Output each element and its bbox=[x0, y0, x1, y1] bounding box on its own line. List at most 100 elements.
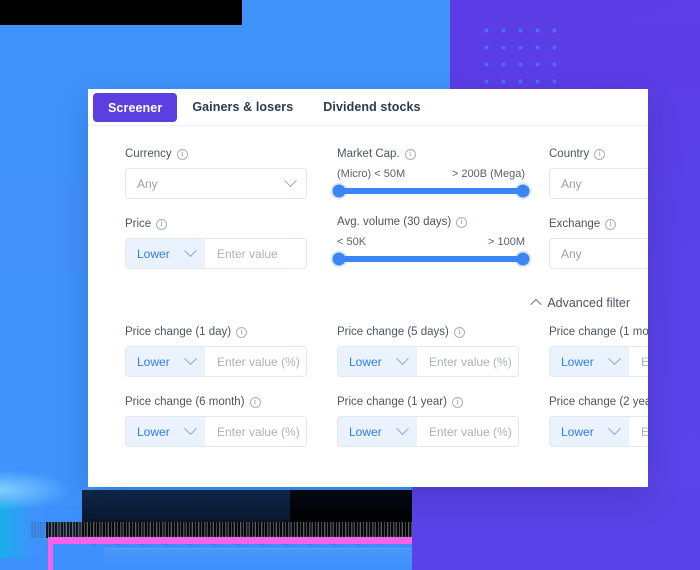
filter-column-right: Country Any Exchange bbox=[549, 148, 648, 288]
price-change-2-years-input[interactable]: Enter value (%) bbox=[628, 417, 648, 446]
dot-grid-pattern-top bbox=[478, 22, 556, 90]
field-price-change-2-years: Price change (2 years) Lower Enter value… bbox=[549, 396, 648, 447]
background-purple-bottom-strip bbox=[412, 490, 700, 570]
price-change-2-years-operator-value: Lower bbox=[561, 424, 594, 439]
price-change-1-month-combo: Lower Enter value (%) bbox=[549, 346, 648, 377]
price-change-5-days-operator-value: Lower bbox=[349, 354, 382, 369]
field-exchange-label-row: Exchange bbox=[549, 218, 648, 230]
price-change-6-month-input[interactable]: Enter value (%) bbox=[204, 417, 306, 446]
country-select-value: Any bbox=[561, 176, 582, 191]
filter-column-middle: Market Cap. (Micro) < 50M > 200B (Mega) bbox=[332, 148, 549, 288]
price-change-1-year-input[interactable]: Enter value (%) bbox=[416, 417, 518, 446]
field-price-change-6-month-label-row: Price change (6 month) bbox=[125, 396, 307, 408]
price-change-1-year-operator-value: Lower bbox=[349, 424, 382, 439]
info-icon[interactable] bbox=[249, 396, 261, 408]
price-change-1-day-input[interactable]: Enter value (%) bbox=[204, 347, 306, 376]
market-cap-slider-track[interactable] bbox=[332, 184, 530, 198]
price-change-2-years-placeholder: Enter value (%) bbox=[641, 425, 648, 439]
screenshot-stage: Screener Gainers & losers Dividend stock… bbox=[0, 0, 700, 570]
field-price-change-1-month: Price change (1 month) Lower Enter value… bbox=[549, 326, 648, 377]
black-rectangle-top-left bbox=[0, 0, 242, 25]
tab-screener[interactable]: Screener bbox=[93, 93, 178, 122]
info-icon[interactable] bbox=[605, 218, 617, 230]
advanced-filter-toggle[interactable]: Advanced filter bbox=[530, 296, 630, 311]
field-price-label: Price bbox=[125, 218, 152, 230]
tab-dividend-stocks[interactable]: Dividend stocks bbox=[308, 89, 435, 125]
chevron-up-icon bbox=[530, 298, 542, 311]
field-currency-label-row: Currency bbox=[125, 148, 307, 160]
price-change-2-years-operator-select[interactable]: Lower bbox=[550, 417, 628, 446]
price-change-1-month-placeholder: Enter value (%) bbox=[641, 355, 648, 369]
info-icon[interactable] bbox=[236, 326, 248, 338]
info-icon[interactable] bbox=[451, 396, 463, 408]
price-change-1-month-input[interactable]: Enter value (%) bbox=[628, 347, 648, 376]
price-change-1-year-operator-select[interactable]: Lower bbox=[338, 417, 416, 446]
advanced-filter-toggle-label: Advanced filter bbox=[547, 296, 630, 310]
price-change-1-year-combo: Lower Enter value (%) bbox=[337, 416, 519, 447]
price-filter-combo: Lower Enter value bbox=[125, 238, 307, 269]
field-price-change-5-days-label-row: Price change (5 days) bbox=[337, 326, 519, 338]
price-change-2-years-combo: Lower Enter value (%) bbox=[549, 416, 648, 447]
field-exchange-label: Exchange bbox=[549, 218, 601, 230]
field-price: Price Lower Enter value bbox=[125, 218, 307, 269]
field-price-change-1-month-label: Price change (1 month) bbox=[549, 326, 648, 338]
chevron-down-icon bbox=[608, 352, 621, 366]
noise-speckle-band bbox=[30, 522, 412, 538]
exchange-select[interactable]: Any bbox=[549, 238, 648, 269]
price-value-input[interactable]: Enter value bbox=[204, 239, 306, 268]
avg-volume-slider-handle-min[interactable] bbox=[332, 252, 346, 266]
field-avg-volume-label: Avg. volume (30 days) bbox=[337, 216, 452, 228]
field-price-change-1-year-label-row: Price change (1 year) bbox=[337, 396, 519, 408]
field-avg-volume: Avg. volume (30 days) < 50K > 100M bbox=[332, 216, 530, 266]
field-currency-label: Currency bbox=[125, 148, 172, 160]
market-cap-slider-handle-min[interactable] bbox=[332, 184, 346, 198]
tab-gainers-losers[interactable]: Gainers & losers bbox=[177, 89, 308, 125]
field-price-change-5-days-label: Price change (5 days) bbox=[337, 326, 449, 338]
field-country-label: Country bbox=[549, 148, 590, 160]
market-cap-slider-handle-max[interactable] bbox=[516, 184, 530, 198]
field-price-change-1-year-label: Price change (1 year) bbox=[337, 396, 447, 408]
field-price-change-6-month: Price change (6 month) Lower Enter value… bbox=[125, 396, 307, 447]
market-cap-slider-labels: (Micro) < 50M > 200B (Mega) bbox=[337, 168, 525, 180]
background-purple-top-block bbox=[560, 25, 700, 87]
chevron-down-icon bbox=[396, 352, 409, 366]
market-cap-min-label: (Micro) < 50M bbox=[337, 168, 406, 180]
tab-dividend-stocks-label: Dividend stocks bbox=[323, 100, 421, 114]
avg-volume-slider-handle-max[interactable] bbox=[516, 252, 530, 266]
price-change-1-day-operator-select[interactable]: Lower bbox=[126, 347, 204, 376]
price-operator-select[interactable]: Lower bbox=[126, 239, 204, 268]
field-market-cap-label: Market Cap. bbox=[337, 148, 400, 160]
info-icon[interactable] bbox=[156, 218, 168, 230]
field-country-label-row: Country bbox=[549, 148, 648, 160]
field-price-change-6-month-label: Price change (6 month) bbox=[125, 396, 245, 408]
price-change-1-month-operator-select[interactable]: Lower bbox=[550, 347, 628, 376]
info-icon[interactable] bbox=[456, 216, 468, 228]
field-price-change-2-years-label: Price change (2 years) bbox=[549, 396, 648, 408]
info-icon[interactable] bbox=[453, 326, 465, 338]
filter-body: Currency Any Price bbox=[88, 126, 648, 466]
country-select[interactable]: Any bbox=[549, 168, 648, 199]
info-icon[interactable] bbox=[176, 148, 188, 160]
tab-gainers-losers-label: Gainers & losers bbox=[192, 100, 294, 114]
advanced-filter-grid: Price change (1 day) Lower Enter value (… bbox=[88, 326, 648, 466]
field-avg-volume-label-row: Avg. volume (30 days) bbox=[337, 216, 525, 228]
field-price-change-1-day-label-row: Price change (1 day) bbox=[125, 326, 307, 338]
price-change-5-days-operator-select[interactable]: Lower bbox=[338, 347, 416, 376]
avg-volume-slider-track[interactable] bbox=[332, 252, 530, 266]
info-icon[interactable] bbox=[594, 148, 606, 160]
chevron-down-icon bbox=[396, 422, 409, 436]
price-change-6-month-operator-select[interactable]: Lower bbox=[126, 417, 204, 446]
currency-select[interactable]: Any bbox=[125, 168, 307, 199]
tab-bar: Screener Gainers & losers Dividend stock… bbox=[88, 89, 648, 126]
price-change-5-days-combo: Lower Enter value (%) bbox=[337, 346, 519, 377]
exchange-select-value: Any bbox=[561, 246, 582, 261]
field-price-change-5-days: Price change (5 days) Lower Enter value … bbox=[337, 326, 519, 377]
price-change-5-days-placeholder: Enter value (%) bbox=[429, 354, 512, 369]
field-price-change-2-years-label-row: Price change (2 years) bbox=[549, 396, 648, 408]
market-cap-slider: (Micro) < 50M > 200B (Mega) bbox=[332, 168, 530, 198]
blue-glow-left bbox=[0, 470, 70, 510]
screener-card: Screener Gainers & losers Dividend stock… bbox=[88, 89, 648, 487]
info-icon[interactable] bbox=[404, 148, 416, 160]
price-change-1-year-placeholder: Enter value (%) bbox=[429, 424, 512, 439]
price-change-5-days-input[interactable]: Enter value (%) bbox=[416, 347, 518, 376]
